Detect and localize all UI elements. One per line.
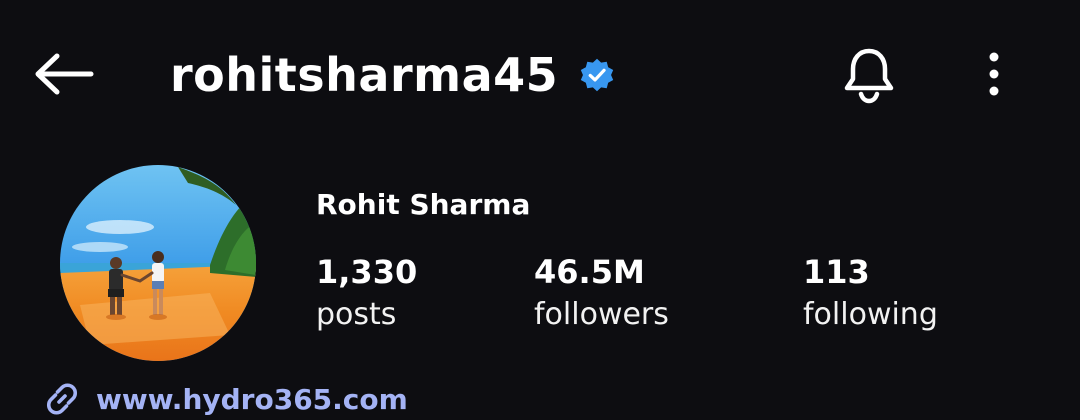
display-name: Rohit Sharma (316, 188, 531, 221)
website-link[interactable]: www.hydro365.com (40, 376, 408, 420)
bell-icon (844, 48, 894, 104)
avatar-beach-photo (60, 165, 256, 361)
username-header: rohitsharma45 (170, 40, 616, 110)
verified-badge-icon (578, 56, 616, 94)
notifications-button[interactable] (836, 42, 902, 108)
profile-screen: rohitsharma45 Rohit Sharma 1,330 posts 4… (0, 0, 1080, 420)
followers-label: followers (534, 297, 669, 332)
username: rohitsharma45 (170, 48, 559, 102)
link-icon (40, 377, 84, 420)
more-vertical-icon (989, 52, 999, 96)
arrow-left-icon (35, 53, 94, 95)
stat-following[interactable]: 113 following (803, 252, 938, 334)
website-link-text[interactable]: www.hydro365.com (96, 383, 408, 416)
posts-label: posts (316, 297, 397, 332)
following-label: following (803, 297, 938, 332)
stat-followers[interactable]: 46.5M followers (534, 252, 669, 334)
profile-avatar[interactable] (60, 165, 256, 361)
posts-count: 1,330 (316, 253, 418, 291)
stat-posts[interactable]: 1,330 posts (316, 252, 417, 334)
following-count: 113 (803, 253, 870, 291)
back-button[interactable] (28, 44, 100, 104)
followers-count: 46.5M (534, 253, 645, 291)
more-options-button[interactable] (968, 44, 1020, 104)
